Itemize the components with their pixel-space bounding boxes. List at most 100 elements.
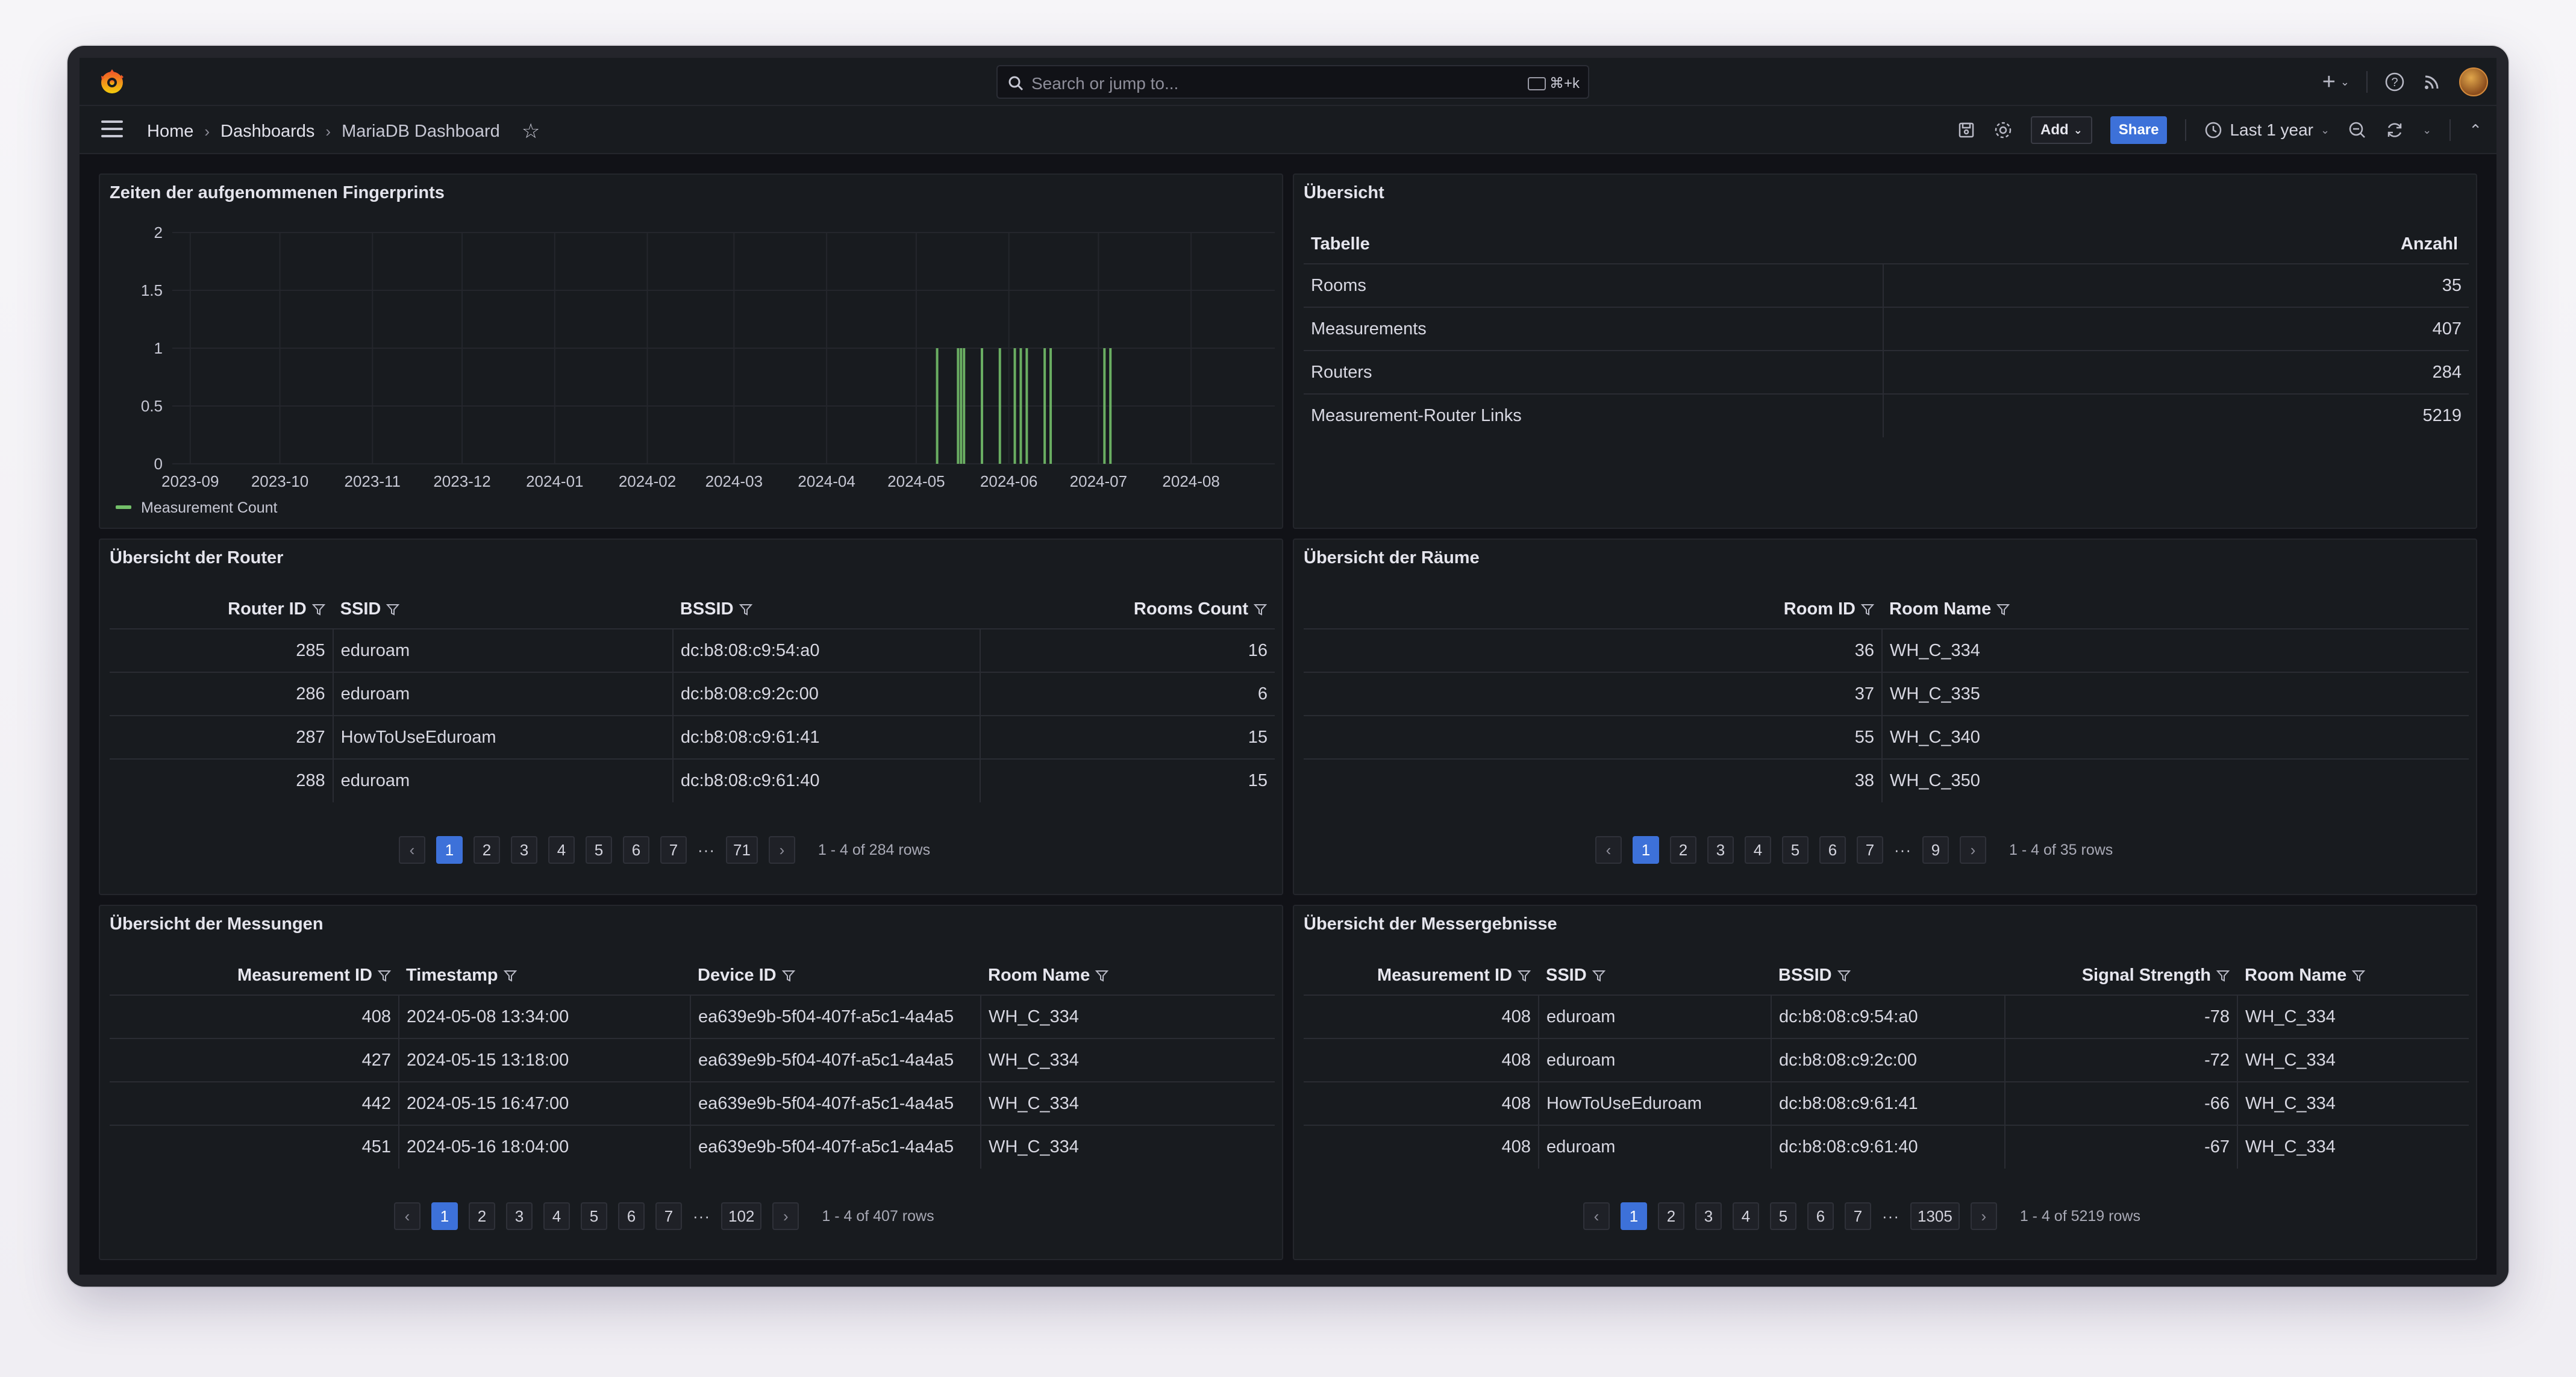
page-button[interactable]: 5 (1782, 836, 1809, 864)
next-page-chevron-icon[interactable]: › (772, 1202, 799, 1230)
column-header-bssid[interactable]: BSSID (673, 590, 980, 629)
column-header-room-name[interactable]: Room Name (1882, 590, 2469, 629)
prev-page-chevron-icon[interactable]: ‹ (394, 1202, 420, 1230)
next-page-chevron-icon[interactable]: › (768, 836, 795, 864)
filter-icon[interactable] (503, 969, 517, 983)
page-button[interactable]: 9 (1922, 836, 1949, 864)
page-button[interactable]: 4 (548, 836, 575, 864)
table-row[interactable]: 55 WH_C_340 (1304, 715, 2469, 759)
page-button[interactable]: 6 (618, 1202, 645, 1230)
chart-bar[interactable] (1043, 348, 1046, 464)
page-button[interactable]: 6 (1807, 1202, 1834, 1230)
page-button[interactable]: 2 (474, 836, 500, 864)
page-button[interactable]: 71 (725, 836, 758, 864)
chart-bar[interactable] (1103, 348, 1106, 464)
column-header-room-id[interactable]: Room ID (1304, 590, 1882, 629)
search-bar[interactable]: Search or jump to... ⌘+k (996, 65, 1589, 99)
rss-icon[interactable] (2422, 72, 2442, 92)
add-button[interactable]: Add ⌄ (2031, 116, 2092, 144)
refresh-interval-chevron-icon[interactable]: ⌄ (2422, 124, 2431, 137)
page-button[interactable]: 3 (1707, 836, 1734, 864)
prev-page-chevron-icon[interactable]: ‹ (399, 836, 425, 864)
page-button[interactable]: 2 (1670, 836, 1696, 864)
page-button[interactable]: 4 (543, 1202, 570, 1230)
filter-icon[interactable] (739, 602, 753, 617)
page-button[interactable]: 1 (1633, 836, 1659, 864)
chart-bar[interactable] (1025, 348, 1028, 464)
table-row[interactable]: Rooms 35 (1304, 263, 2469, 307)
filter-icon[interactable] (2351, 969, 2366, 983)
table-row[interactable]: 427 2024-05-15 13:18:00 ea639e9b-5f04-407f… (110, 1038, 1275, 1082)
page-button[interactable]: 7 (1845, 1202, 1871, 1230)
chart-bar[interactable] (980, 348, 983, 464)
prev-page-chevron-icon[interactable]: ‹ (1595, 836, 1622, 864)
column-header-measurement-id[interactable]: Measurement ID (1304, 957, 1539, 995)
chart-bar[interactable] (957, 348, 960, 464)
filter-icon[interactable] (311, 602, 326, 617)
page-button[interactable]: 4 (1733, 1202, 1759, 1230)
page-button[interactable]: 2 (469, 1202, 495, 1230)
page-button[interactable]: 5 (581, 1202, 607, 1230)
help-icon[interactable]: ? (2384, 72, 2405, 92)
column-header-measurement-id[interactable]: Measurement ID (110, 957, 399, 995)
column-header-anzahl[interactable]: Anzahl (1883, 225, 2469, 264)
page-button[interactable]: 7 (655, 1202, 682, 1230)
share-button[interactable]: Share (2110, 116, 2168, 144)
chart-bar[interactable] (998, 348, 1001, 464)
time-range-picker[interactable]: Last 1 year ⌄ (2204, 120, 2330, 140)
filter-icon[interactable] (386, 602, 400, 617)
page-button[interactable]: 7 (1857, 836, 1883, 864)
filter-icon[interactable] (781, 969, 796, 983)
column-header-bssid[interactable]: BSSID (1771, 957, 2005, 995)
page-button[interactable]: 1 (436, 836, 463, 864)
settings-gear-icon[interactable] (1993, 120, 2013, 140)
filter-icon[interactable] (1095, 969, 1109, 983)
page-button[interactable]: 3 (1695, 1202, 1722, 1230)
filter-icon[interactable] (1860, 602, 1875, 617)
column-header-room-name[interactable]: Room Name (2237, 957, 2469, 995)
page-button[interactable]: 5 (586, 836, 612, 864)
table-row[interactable]: 288 eduroam dc:b8:08:c9:61:40 15 (110, 758, 1275, 802)
page-button[interactable]: 6 (1819, 836, 1846, 864)
filter-icon[interactable] (1517, 969, 1531, 983)
table-row[interactable]: 37 WH_C_335 (1304, 672, 2469, 716)
table-row[interactable]: 36 WH_C_334 (1304, 628, 2469, 672)
page-button[interactable]: 7 (660, 836, 687, 864)
page-button[interactable]: 2 (1658, 1202, 1684, 1230)
table-row[interactable]: 408 eduroam dc:b8:08:c9:2c:00 -72 WH_C_334 (1304, 1038, 2469, 1082)
column-header-signal-strength[interactable]: Signal Strength (2005, 957, 2237, 995)
filter-icon[interactable] (1253, 602, 1268, 617)
table-row[interactable]: 408 HowToUseEduroam dc:b8:08:c9:61:41 -66 WH… (1304, 1081, 2469, 1125)
table-row[interactable]: 408 2024-05-08 13:34:00 ea639e9b-5f04-407f… (110, 995, 1275, 1038)
filter-icon[interactable] (1996, 602, 2010, 617)
table-row[interactable]: Measurement-Router Links 5219 (1304, 393, 2469, 437)
refresh-icon[interactable] (2385, 120, 2404, 140)
next-page-chevron-icon[interactable]: › (1970, 1202, 1997, 1230)
page-button[interactable]: 1 (431, 1202, 458, 1230)
page-button[interactable]: 3 (511, 836, 537, 864)
breadcrumb-home[interactable]: Home (147, 122, 193, 142)
chart-bar[interactable] (936, 348, 939, 464)
page-button[interactable]: 1305 (1910, 1202, 1960, 1230)
avatar[interactable] (2459, 67, 2488, 96)
chart-bar[interactable] (1049, 348, 1052, 464)
page-button[interactable]: 3 (506, 1202, 533, 1230)
column-header-ssid[interactable]: SSID (1539, 957, 1771, 995)
column-header-ssid[interactable]: SSID (333, 590, 673, 629)
collapse-chevron-up-icon[interactable]: ⌃ (2469, 121, 2482, 140)
page-button[interactable]: 1 (1621, 1202, 1647, 1230)
table-row[interactable]: Measurements 407 (1304, 307, 2469, 351)
table-row[interactable]: 286 eduroam dc:b8:08:c9:2c:00 6 (110, 672, 1275, 716)
new-menu-button[interactable]: + ⌄ (2322, 69, 2349, 95)
zoom-out-icon[interactable] (2348, 120, 2367, 140)
column-header-device-id[interactable]: Device ID (690, 957, 981, 995)
save-icon[interactable] (1957, 121, 1975, 139)
table-row[interactable]: 285 eduroam dc:b8:08:c9:54:a0 16 (110, 628, 1275, 672)
menu-icon[interactable] (101, 120, 123, 140)
column-header-router-id[interactable]: Router ID (110, 590, 333, 629)
next-page-chevron-icon[interactable]: › (1959, 836, 1986, 864)
table-row[interactable]: 38 WH_C_350 (1304, 758, 2469, 802)
table-row[interactable]: 408 eduroam dc:b8:08:c9:54:a0 -78 WH_C_334 (1304, 995, 2469, 1038)
filter-icon[interactable] (1592, 969, 1606, 983)
chart-bar[interactable] (1109, 348, 1112, 464)
